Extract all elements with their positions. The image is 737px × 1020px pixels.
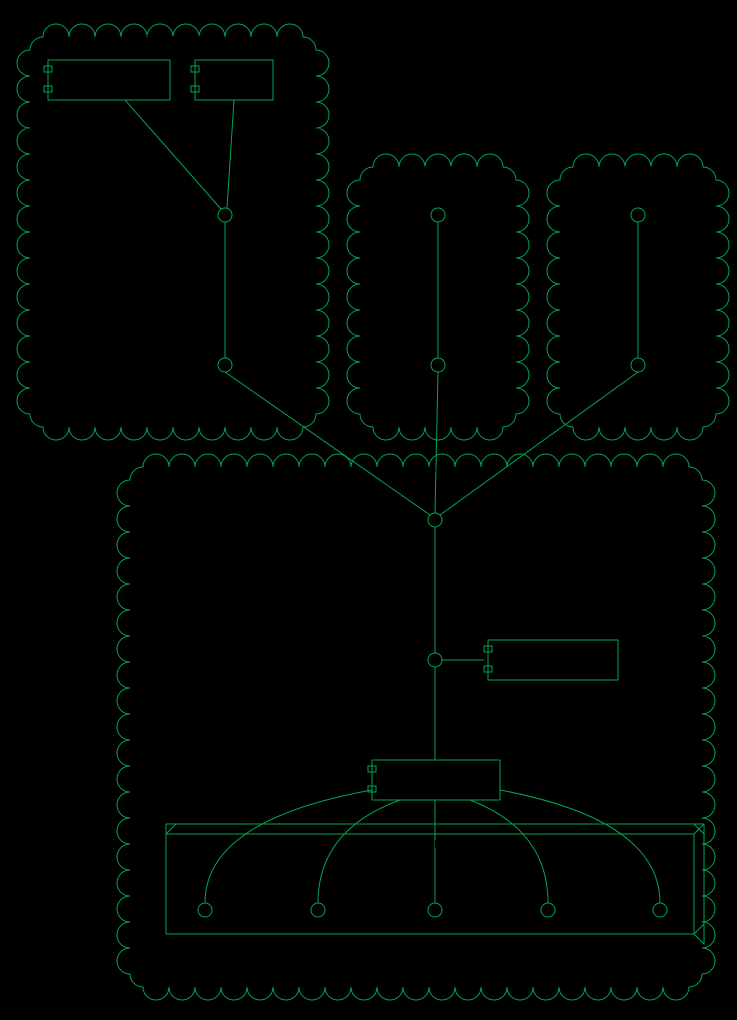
svg-text:Application/Policy: Application/Policy [56,64,158,79]
managed-services-interface [653,903,667,917]
controller-b-cloud: Controller B Controller Endpoint Message… [347,154,529,440]
proxied-elements-interface [311,903,325,917]
svg-text:Message Transfer: Message Transfer [585,380,690,395]
svg-text:Network: Network [408,932,456,947]
controller-b-mtp-interface [431,358,445,372]
svg-text:Endpoint: Endpoint [410,242,462,257]
controller-c-cloud: Controller C Controller Endpoint Message… [547,154,729,440]
controller-a-mtp-label: Message Transfer [173,380,278,395]
svg-text:Modules: Modules [521,948,571,963]
svg-text:Protocol(s) (MTP): Protocol(s) (MTP) [383,546,486,561]
controller-c-endpoint-interface [631,208,645,222]
proxied-controller-interface [198,903,212,917]
svg-text:Protocol(s) (MTP): Protocol(s) (MTP) [585,396,688,411]
svg-text:Proxied: Proxied [180,932,224,947]
svg-text:Endpoint: Endpoint [610,242,662,257]
agent-cloud: Agent Message Transfer Protocol(s) (MTP)… [117,454,715,1000]
svg-text:Protocol(s) (MTP): Protocol(s) (MTP) [385,396,488,411]
supported-data-model-box: Supported Data Model (SDM) [484,640,618,680]
svg-text:Protocol(s) (MTP): Protocol(s) (MTP) [173,396,276,411]
svg-text:Agent: Agent [203,64,237,79]
svg-text:Endpoint: Endpoint [198,242,250,257]
software-modules-interface [541,903,555,917]
svg-text:Managed: Managed [630,932,684,947]
application-policy-logic-box: Application/Policy Logic [44,60,170,100]
agent-endpoint-interface [428,653,442,667]
service-elements-title: Service Elements [387,839,473,851]
controller-a-title: Controller A [144,33,202,45]
controller-a-endpoint-interface [218,208,232,222]
svg-text:Interfaces: Interfaces [408,948,466,963]
svg-text:Database: Database [203,80,259,95]
svg-text:Services: Services [630,948,680,963]
svg-text:Software: Software [521,932,572,947]
svg-text:Controller: Controller [180,948,237,963]
controller-c-title: Controller C [609,163,668,175]
controller-b-endpoint-interface [431,208,445,222]
controller-a-mtp-interface [218,358,232,372]
svg-text:Instantiated: Instantiated [381,764,448,779]
controller-a-endpoint-label: Controller [198,226,255,241]
agent-mtp-interface [428,513,442,527]
svg-text:Controller: Controller [410,226,467,241]
svg-text:Elements: Elements [293,948,348,963]
instantiated-data-model-box: Instantiated Data Model (IDM) [368,760,500,800]
svg-text:Controller: Controller [610,226,667,241]
controller-c-mtp-interface [631,358,645,372]
svg-text:Logic: Logic [56,80,88,95]
agent-database-box: Agent Database [191,60,273,100]
svg-text:Data Model (SDM): Data Model (SDM) [497,660,605,675]
svg-text:Endpoint: Endpoint [400,688,452,703]
agent-title: Agent [411,463,440,475]
controller-a-cloud: Controller A Application/Policy Logic Ag… [17,24,329,440]
network-interfaces-interface [428,903,442,917]
svg-text:Data Model (IDM): Data Model (IDM) [381,780,484,795]
svg-text:Agent: Agent [400,672,434,687]
svg-text:Supported: Supported [497,644,557,659]
svg-text:Proxied: Proxied [293,932,337,947]
controller-b-title: Controller B [409,163,467,175]
